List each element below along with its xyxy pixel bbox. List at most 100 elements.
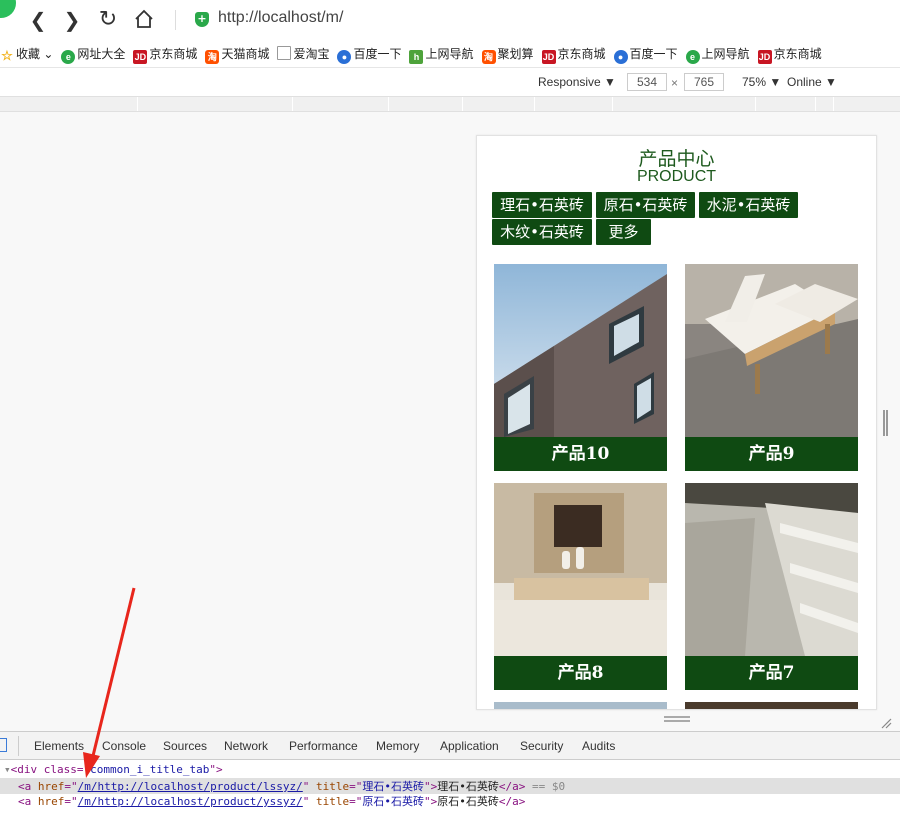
bookmark-item[interactable]: e 上网导航 [685, 40, 750, 67]
product-caption: 产品10 [494, 437, 667, 471]
tab-memory[interactable]: Memory [376, 739, 419, 753]
product-card[interactable]: 产品8 [494, 483, 667, 690]
tab-wood-quartz[interactable]: 木纹•石英砖 [492, 219, 592, 245]
network-select[interactable]: Online ▼ [787, 75, 837, 89]
product-card-partial[interactable] [685, 702, 858, 709]
dom-node-a-selected[interactable]: <a href="/m/http://localhost/product/lss… [0, 778, 900, 794]
tab-console[interactable]: Console [102, 739, 146, 753]
bookmark-item[interactable]: e 网址大全 [61, 40, 126, 67]
bookmark-item[interactable]: ● 百度一下 [613, 40, 678, 67]
media-query-ruler[interactable] [0, 96, 900, 112]
product-image [494, 483, 667, 656]
code-title: 理石•石英砖 [362, 780, 425, 793]
dom-node-a[interactable]: <a href="/m/http://localhost/product/yss… [18, 793, 525, 809]
shield-icon: + [195, 12, 209, 27]
jd-icon: JD [133, 50, 148, 64]
page-icon [277, 46, 292, 60]
code-text: 原石•石英砖 [437, 795, 499, 808]
width-input[interactable]: 534 [627, 73, 667, 91]
browser-navbar: ❮ ❯ ↻ + http://localhost/m/ [0, 0, 900, 40]
tab-elements[interactable]: Elements [34, 739, 84, 753]
product-image [685, 483, 858, 656]
bookmark-label: 上网导航 [701, 47, 750, 61]
product-image [494, 264, 667, 437]
zoom-select[interactable]: 75% ▼ [742, 75, 781, 89]
hao-icon: h [409, 50, 424, 64]
bookmark-item[interactable]: ● 百度一下 [337, 40, 402, 67]
bookmark-item[interactable]: h 上网导航 [409, 40, 474, 67]
bookmark-item[interactable]: JD 京东商城 [541, 40, 606, 67]
bookmark-item[interactable]: ☆ 收藏 ⌄ [0, 40, 53, 67]
reload-icon[interactable]: ↻ [96, 8, 120, 32]
paw-icon: ● [337, 50, 352, 64]
product-card-partial[interactable] [494, 702, 667, 709]
tab-performance[interactable]: Performance [289, 739, 358, 753]
tab-separator [18, 736, 19, 756]
home-icon[interactable] [132, 8, 156, 32]
tab-more[interactable]: 更多 [596, 219, 651, 245]
tab-security[interactable]: Security [520, 739, 563, 753]
bookmark-label: 京东商城 [149, 47, 198, 61]
code-href[interactable]: /m/http://localhost/product/yssyz/ [78, 795, 303, 808]
device-toolbar: Responsive ▼ 534 × 765 75% ▼ Online ▼ [0, 68, 900, 96]
jd-icon: JD [541, 50, 556, 64]
bookmark-label: 网址大全 [77, 47, 126, 61]
devtools-panel: Elements Console Sources Network Perform… [0, 731, 900, 815]
tab-sources[interactable]: Sources [163, 739, 207, 753]
page-title: 产品中心 [638, 148, 715, 170]
address-bar[interactable]: http://localhost/m/ [218, 9, 343, 27]
paw-icon: ● [613, 50, 628, 64]
code-class: common_i_title_tab [90, 763, 210, 776]
dimension-times: × [671, 76, 679, 90]
bookmark-label: 百度一下 [629, 47, 678, 61]
tao-icon: 淘 [481, 50, 496, 64]
bookmark-label: 百度一下 [353, 47, 402, 61]
device-mode-select[interactable]: Responsive ▼ [538, 75, 616, 89]
bookmark-label: 京东商城 [557, 47, 606, 61]
product-image [685, 264, 858, 437]
bookmark-item[interactable]: 淘天猫商城 [205, 40, 269, 67]
code-text: 理石•石英砖 [437, 780, 499, 793]
bottom-resize-handle[interactable] [664, 716, 690, 722]
tab-raw-stone-quartz[interactable]: 原石•石英砖 [596, 192, 695, 218]
code-href[interactable]: /m/http://localhost/product/lssyz/ [78, 780, 303, 793]
code-title: 原石•石英砖 [362, 795, 425, 808]
zoom-label: 75% [742, 75, 767, 89]
product-caption: 产品7 [685, 656, 858, 690]
bookmark-item[interactable]: JD 京东商城 [133, 40, 198, 67]
bookmarks-bar: ☆ 收藏 ⌄ e 网址大全 JD 京东商城淘天猫商城 爱淘宝 ● 百度一下 h 上网导航淘聚划算 JD… [0, 40, 900, 68]
bookmark-item[interactable]: 爱淘宝 [277, 40, 330, 67]
viewport-resize-grip[interactable] [883, 410, 888, 436]
product-card[interactable]: 产品10 [494, 264, 667, 471]
bookmark-label: 上网导航 [425, 47, 474, 61]
tab-cement-quartz[interactable]: 水泥•石英砖 [699, 192, 798, 218]
height-input[interactable]: 765 [684, 73, 724, 91]
network-label: Online [787, 75, 822, 89]
tab-network[interactable]: Network [224, 739, 268, 753]
back-icon[interactable]: ❮ [26, 8, 50, 32]
dom-node-div[interactable]: ▾<div class="common_i_title_tab"> [4, 763, 223, 776]
tab-marble-quartz[interactable]: 理石•石英砖 [492, 192, 592, 218]
browser-logo-icon [0, 0, 16, 18]
product-card[interactable]: 产品7 [685, 483, 858, 690]
bookmark-label: 收藏 [16, 47, 41, 61]
bookmark-item[interactable]: JD 京东商城 [757, 40, 822, 67]
bookmark-item[interactable]: 淘聚划算 [481, 40, 534, 67]
product-caption: 产品9 [685, 437, 858, 471]
forward-icon[interactable]: ❯ [60, 8, 84, 32]
globe-icon: e [61, 50, 76, 64]
bookmark-label: 爱淘宝 [293, 47, 330, 61]
tao-icon: 淘 [205, 50, 220, 64]
inspect-icon[interactable] [0, 738, 7, 752]
bookmark-label: 聚划算 [497, 47, 534, 61]
product-card[interactable]: 产品9 [685, 264, 858, 471]
tab-application[interactable]: Application [440, 739, 499, 753]
corner-resize-icon[interactable] [880, 714, 892, 729]
code-selected-marker: == $0 [532, 780, 566, 793]
tab-audits[interactable]: Audits [582, 739, 615, 753]
chevron-down-icon[interactable]: ⌄ [40, 47, 53, 61]
jd-icon: JD [757, 50, 772, 64]
code-tag: <div class=" [10, 763, 91, 776]
product-caption: 产品8 [494, 656, 667, 690]
bookmark-label: 京东商城 [773, 47, 822, 61]
